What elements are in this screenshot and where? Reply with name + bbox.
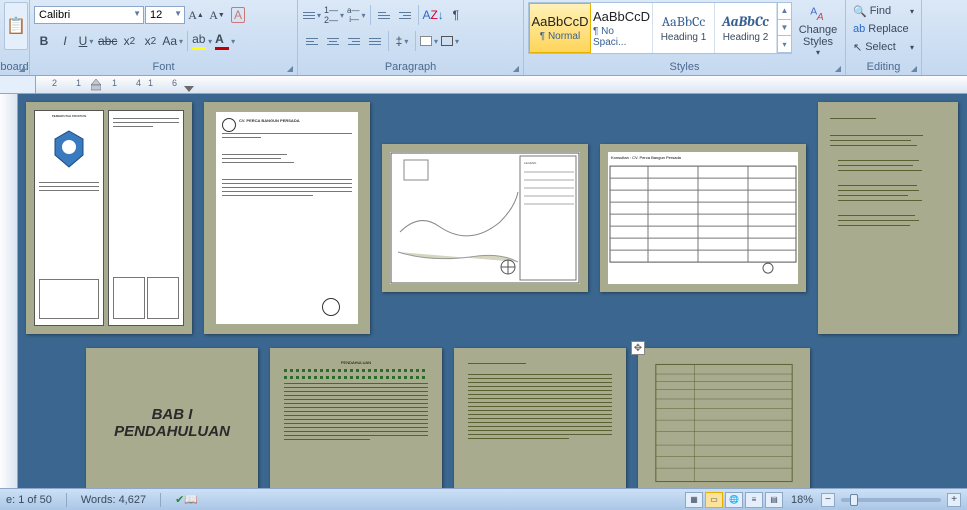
shrink-font-button[interactable]: A▼ (207, 4, 227, 26)
clipboard-group: 📋 board (0, 0, 30, 75)
sort-button[interactable]: AZ↓ (422, 4, 445, 26)
zoom-thumb[interactable] (850, 494, 858, 506)
gallery-scroll: ▲ ▼ ▾ (777, 3, 791, 53)
change-styles-icon: AA (804, 3, 832, 24)
style-no-spacing[interactable]: AaBbCcD ¶ No Spaci... (591, 3, 653, 53)
paragraph-group: ▾ 1—2—▾ a— i—▾ AZ↓ ¶ ‡▾ ▾ ▾ Paragraph (298, 0, 524, 75)
bold-button[interactable]: B (34, 30, 54, 52)
pages-row-1: PEMERINTAH PROPINSI CV. PERCA BANGUN PER… (26, 102, 967, 334)
status-bar: e: 1 of 50 Words: 4,627 ✔📖 ▦ ▭ 🌐 ≡ ▤ 18%… (0, 488, 967, 510)
underline-button[interactable]: U▾ (76, 30, 96, 52)
font-size-value: 12 (150, 9, 162, 21)
font-name-combo[interactable]: Calibri▼ (34, 6, 144, 24)
font-size-combo[interactable]: 12▼ (145, 6, 185, 24)
indent-marker[interactable] (91, 79, 101, 85)
italic-button[interactable]: I (55, 30, 75, 52)
word-count[interactable]: Words: 4,627 (81, 494, 146, 506)
web-layout-view[interactable]: 🌐 (725, 492, 743, 508)
pages-row-2: BAB IPENDAHULUAN PENDAHULUAN ✥ (86, 348, 967, 488)
subscript-button[interactable]: x2 (119, 30, 139, 52)
zoom-out-button[interactable]: − (821, 493, 835, 507)
print-layout-view[interactable]: ▦ (685, 492, 703, 508)
select-button[interactable]: ↖Select▾ (850, 38, 917, 56)
map-figure: LEGEND (390, 152, 580, 284)
separator (187, 31, 188, 51)
strikethrough-button[interactable]: abc (97, 30, 118, 52)
paste-button[interactable]: 📋 (4, 2, 28, 50)
stamp-icon (322, 298, 340, 316)
editing-group: 🔍Find▾ abReplace ↖Select▾ Editing (846, 0, 922, 75)
show-marks-button[interactable]: ¶ (446, 4, 466, 26)
editing-group-label: Editing (846, 61, 921, 73)
vertical-ruler[interactable] (0, 94, 18, 488)
change-case-button[interactable]: Aa▾ (161, 30, 184, 52)
replace-icon: ab (853, 23, 865, 35)
document-area[interactable]: PEMERINTAH PROPINSI CV. PERCA BANGUN PER… (0, 94, 967, 488)
select-icon: ↖ (853, 41, 862, 54)
numbering-button[interactable]: 1—2—▾ (323, 4, 345, 26)
increase-indent-button[interactable] (395, 4, 415, 26)
styles-group: AaBbCcD ¶ Normal AaBbCcD ¶ No Spaci... A… (524, 0, 846, 75)
svg-text:LEGEND: LEGEND (524, 161, 537, 165)
align-center-button[interactable] (323, 30, 343, 52)
zoom-slider[interactable] (841, 498, 941, 502)
font-color-button[interactable]: A▾ (214, 30, 236, 52)
highlight-button[interactable]: ab▾ (191, 30, 213, 52)
style-heading-2[interactable]: AaBbCc Heading 2 (715, 3, 777, 53)
gallery-down[interactable]: ▼ (778, 20, 791, 37)
clipboard-group-label: board (0, 61, 29, 73)
justify-button[interactable] (365, 30, 385, 52)
replace-button[interactable]: abReplace (850, 20, 917, 38)
draft-view[interactable]: ▤ (765, 492, 783, 508)
find-button[interactable]: 🔍Find▾ (850, 2, 917, 20)
company-logo-icon (222, 118, 236, 132)
right-indent-marker[interactable] (184, 86, 194, 92)
font-group-label: Font (30, 61, 297, 73)
font-group: Calibri▼ 12▼ A▲ A▼ A B I U▾ abc x2 x2 Aa… (30, 0, 298, 75)
borders-button[interactable]: ▾ (440, 30, 460, 52)
page-thumbnail[interactable]: LEGEND (382, 144, 588, 292)
superscript-button[interactable]: x2 (140, 30, 160, 52)
align-left-button[interactable] (302, 30, 322, 52)
ribbon: 📋 board Calibri▼ 12▼ A▲ A▼ A B I U▾ abc … (0, 0, 967, 76)
clear-formatting-button[interactable]: A (228, 4, 248, 26)
table-move-handle[interactable]: ✥ (631, 341, 645, 355)
outline-view[interactable]: ≡ (745, 492, 763, 508)
line-spacing-button[interactable]: ‡▾ (392, 30, 412, 52)
font-name-value: Calibri (39, 9, 70, 21)
paragraph-group-label: Paragraph (298, 61, 523, 73)
page-thumbnail[interactable]: PEMERINTAH PROPINSI (26, 102, 192, 334)
multilevel-button[interactable]: a— i—▾ (346, 4, 366, 26)
grow-font-button[interactable]: A▲ (186, 4, 206, 26)
page-thumbnail[interactable] (454, 348, 626, 488)
zoom-level[interactable]: 18% (791, 494, 813, 506)
page-thumbnail[interactable]: CV. PERCA BANGUN PERSADA (204, 102, 370, 334)
page-thumbnail[interactable]: BAB IPENDAHULUAN (86, 348, 258, 488)
styles-gallery: AaBbCcD ¶ Normal AaBbCcD ¶ No Spaci... A… (528, 2, 792, 54)
align-right-button[interactable] (344, 30, 364, 52)
find-icon: 🔍 (853, 5, 867, 18)
crest-icon (51, 129, 87, 169)
decrease-indent-button[interactable] (374, 4, 394, 26)
bullets-button[interactable]: ▾ (302, 4, 322, 26)
gallery-more[interactable]: ▾ (778, 36, 791, 53)
styles-group-label: Styles (524, 61, 845, 73)
change-styles-button[interactable]: AA Change Styles▾ (796, 2, 840, 58)
zoom-in-button[interactable]: + (947, 493, 961, 507)
proofing-icon[interactable]: ✔📖 (175, 493, 198, 506)
style-heading-1[interactable]: AaBbCc Heading 1 (653, 3, 715, 53)
page-thumbnail[interactable] (818, 102, 958, 334)
full-screen-view[interactable]: ▭ (705, 492, 723, 508)
page-thumbnail[interactable]: Konsultan : CV. Perca Bangun Persada (600, 144, 806, 292)
gallery-up[interactable]: ▲ (778, 3, 791, 20)
page-indicator[interactable]: e: 1 of 50 (6, 494, 52, 506)
page-thumbnail[interactable]: ✥ (638, 348, 810, 488)
data-table (608, 163, 798, 275)
shading-button[interactable]: ▾ (419, 30, 439, 52)
svg-text:A: A (816, 12, 824, 23)
style-normal[interactable]: AaBbCcD ¶ Normal (529, 3, 591, 53)
horizontal-ruler[interactable]: 2 1 1 4 1 6 (0, 76, 967, 94)
info-table (652, 360, 796, 486)
page-thumbnail[interactable]: PENDAHULUAN (270, 348, 442, 488)
